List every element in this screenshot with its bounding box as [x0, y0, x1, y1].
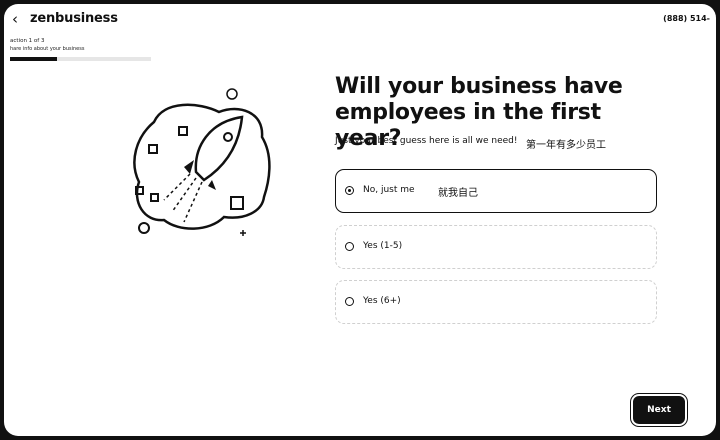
option-yes-6-plus[interactable]: Yes (6+)	[335, 280, 657, 324]
progress-bar-fill	[10, 57, 57, 61]
sparkle-icon	[226, 88, 238, 100]
option-label: Yes (1-5)	[363, 241, 403, 251]
star-icon	[150, 193, 159, 202]
progress-step-label: hare info about your business	[10, 46, 85, 52]
rocket-illustration	[133, 88, 271, 236]
progress-bar	[10, 57, 151, 61]
star-icon	[230, 196, 244, 210]
option-yes-1-5[interactable]: Yes (1-5)	[335, 225, 657, 269]
option-no-just-me[interactable]: No, just me 就我自己	[335, 169, 657, 213]
star-icon	[178, 126, 188, 136]
subtitle-annotation: 第一年有多少员工	[526, 140, 606, 151]
zenbusiness-logo[interactable]: zenbusiness	[30, 11, 118, 26]
option-annotation: 就我自己	[438, 188, 478, 199]
radio-icon[interactable]	[345, 242, 354, 251]
phone-number[interactable]: (888) 514-	[663, 14, 710, 23]
back-arrow-icon[interactable]: ‹	[12, 12, 18, 27]
option-label: No, just me	[363, 185, 415, 195]
sparkle-icon	[240, 230, 246, 236]
radio-selected-icon[interactable]	[345, 186, 354, 195]
sparkle-icon	[138, 222, 150, 234]
star-icon	[148, 144, 158, 154]
progress-section-label: action 1 of 3	[10, 38, 45, 44]
option-label: Yes (6+)	[363, 296, 401, 306]
header: ‹ zenbusiness (888) 514-	[4, 4, 716, 36]
radio-icon[interactable]	[345, 297, 354, 306]
app-frame: ‹ zenbusiness (888) 514- action 1 of 3 h…	[4, 4, 716, 436]
next-button[interactable]: Next	[633, 396, 685, 424]
question-subtitle: Just your best guess here is all we need…	[335, 136, 518, 146]
